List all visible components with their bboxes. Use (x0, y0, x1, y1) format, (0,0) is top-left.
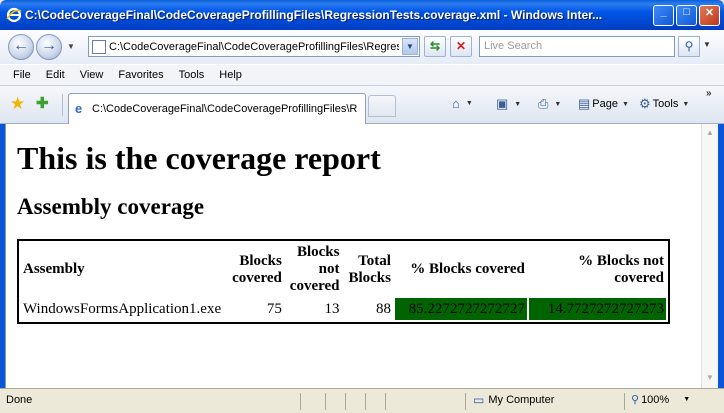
tab-bar: ★ ✚ e C:\CodeCoverageFinal\CodeCoverageP… (0, 86, 724, 124)
column-header: Blocks not covered (289, 244, 340, 294)
window-frame-right (718, 124, 724, 388)
address-field[interactable]: C:\CodeCoverageFinal\CodeCoverageProfill… (88, 36, 420, 57)
title-bar: C:\CodeCoverageFinal\CodeCoverageProfill… (0, 0, 724, 30)
search-input[interactable]: Live Search (479, 36, 675, 57)
column-header: Total Blocks (348, 252, 391, 286)
maximize-icon: □ (683, 6, 690, 18)
column-header: % Blocks not covered (578, 252, 664, 286)
address-url[interactable]: C:\CodeCoverageFinal\CodeCoverageProfill… (109, 41, 399, 53)
menu-favorites[interactable]: Favorites (118, 69, 163, 81)
pct-not-covered-cell: 14.7727272727273 (528, 298, 666, 320)
chevron-more-icon[interactable]: » (706, 88, 712, 99)
page-dropdown-icon: ▼ (622, 100, 629, 108)
tab-label: C:\CodeCoverageFinal\CodeCoverageProfill… (92, 103, 357, 115)
favorites-center-icon[interactable]: ★ (10, 94, 25, 114)
refresh-button[interactable]: ⇆ (424, 36, 446, 57)
print-icon: ⎙ (538, 96, 549, 111)
table-row: WindowsFormsApplication1.exe 75 13 88 85… (21, 298, 666, 320)
pct-covered-cell: 85.2272727272727 (394, 298, 527, 320)
menu-help[interactable]: Help (219, 69, 242, 81)
search-options-dropdown[interactable]: ▼ (703, 40, 711, 49)
page-menu-label: Page (592, 98, 618, 110)
feeds-icon: ▣ (496, 96, 509, 111)
zoom-magnifier-icon: ⚲ (631, 394, 640, 406)
address-toolbar: ← → ▼ C:\CodeCoverageFinal\CodeCoverageP… (0, 30, 724, 64)
forward-button[interactable]: → (36, 34, 62, 60)
print-dropdown-icon[interactable]: ▼ (554, 101, 561, 108)
address-dropdown-button[interactable]: ▼ (402, 38, 418, 55)
minimize-icon: _ (660, 6, 667, 18)
maximize-button[interactable]: □ (676, 5, 697, 26)
status-divider (465, 393, 466, 410)
total-blocks-cell: 88 (375, 300, 391, 317)
status-bar: Done ▭ My Computer ⚲ 100% ▼ (0, 388, 724, 413)
status-text: Done (6, 394, 33, 406)
column-header: Assembly (23, 261, 85, 277)
security-zone-label: My Computer (488, 394, 555, 406)
computer-icon: ▭ (473, 393, 485, 407)
search-icon: ⚲ (684, 39, 694, 53)
page-icon (92, 39, 106, 54)
status-divider (385, 393, 386, 410)
add-favorites-icon[interactable]: ✚ (36, 94, 49, 112)
feeds-button[interactable]: ▣ ▼ (496, 96, 521, 112)
tab-coverage-report[interactable]: e C:\CodeCoverageFinal\CodeCoverageProfi… (68, 93, 366, 124)
menu-file[interactable]: File (13, 69, 31, 81)
status-divider (365, 393, 366, 410)
minimize-button[interactable]: _ (653, 5, 674, 26)
status-divider (624, 393, 625, 410)
close-button[interactable]: ✕ (699, 5, 720, 26)
tab-separator (62, 94, 63, 116)
zoom-dropdown-icon: ▼ (683, 396, 691, 403)
column-header: % Blocks covered (410, 261, 525, 277)
zoom-control[interactable]: ⚲ 100% ▼ (631, 393, 691, 407)
tools-menu-label: Tools (652, 98, 679, 110)
scroll-up-icon[interactable]: ▲ (706, 128, 714, 137)
page-icon: ▤ (578, 96, 591, 111)
column-header: Blocks covered (232, 252, 282, 286)
menu-bar: File Edit View Favorites Tools Help (0, 64, 724, 86)
tools-menu-button[interactable]: ⚙ Tools ▼ (639, 96, 689, 112)
page-title: This is the coverage report (17, 140, 381, 176)
security-zone[interactable]: ▭ My Computer (473, 393, 554, 407)
refresh-icon: ⇆ (429, 39, 441, 53)
ie-page-icon: e (75, 101, 83, 116)
page-content: This is the coverage report Assembly cov… (5, 124, 701, 388)
close-icon: ✕ (704, 7, 715, 19)
feeds-dropdown-icon[interactable]: ▼ (514, 101, 521, 108)
gear-icon: ⚙ (639, 96, 651, 111)
window-title: C:\CodeCoverageFinal\CodeCoverageProfill… (25, 8, 603, 22)
page-menu-button[interactable]: ▤ Page ▼ (578, 96, 629, 112)
home-icon: ⌂ (452, 96, 460, 111)
recent-pages-dropdown[interactable]: ▼ (67, 42, 77, 52)
vertical-scrollbar[interactable]: ▲ ▼ (701, 124, 718, 388)
forward-arrow-icon: → (41, 37, 57, 54)
back-arrow-icon: ← (13, 37, 29, 54)
menu-view[interactable]: View (80, 69, 104, 81)
section-heading: Assembly coverage (17, 194, 205, 219)
search-button[interactable]: ⚲ (678, 36, 700, 57)
home-button[interactable]: ⌂ ▼ (452, 96, 473, 111)
table-header-row: Assembly Blocks covered Blocks not cover… (21, 243, 666, 296)
blocks-covered-cell: 75 (266, 300, 282, 317)
stop-icon: ✕ (455, 39, 467, 53)
status-divider (300, 393, 301, 410)
stop-button[interactable]: ✕ (450, 36, 472, 57)
print-button[interactable]: ⎙ ▼ (538, 96, 561, 112)
menu-tools[interactable]: Tools (179, 69, 205, 81)
assembly-cell: WindowsFormsApplication1.exe (23, 300, 222, 317)
menu-edit[interactable]: Edit (46, 69, 65, 81)
status-divider (345, 393, 346, 410)
ie-logo-icon (6, 7, 22, 23)
tools-dropdown-icon: ▼ (682, 100, 690, 108)
scroll-down-icon[interactable]: ▼ (706, 373, 714, 382)
assembly-coverage-table: Assembly Blocks covered Blocks not cover… (17, 239, 670, 324)
status-divider (325, 393, 326, 410)
back-button[interactable]: ← (8, 34, 34, 60)
new-tab-button[interactable] (368, 95, 396, 117)
blocks-not-covered-cell: 13 (324, 300, 340, 317)
zoom-level: 100% (641, 393, 670, 406)
home-dropdown-icon[interactable]: ▼ (466, 100, 473, 107)
